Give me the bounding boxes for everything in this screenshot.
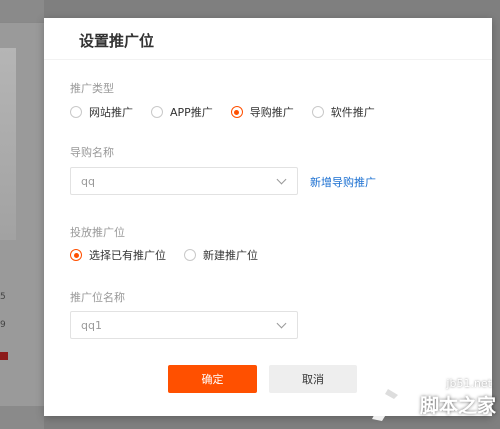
radio-guide-promo[interactable]: 导购推广 <box>230 104 294 120</box>
radio-select-existing-slot[interactable]: 选择已有推广位 <box>70 247 166 263</box>
radio-circle-checked[interactable] <box>230 106 243 118</box>
radio-circle[interactable] <box>151 106 163 118</box>
watermark-logo-icon <box>372 389 398 421</box>
guide-name-label: 导购名称 <box>70 146 114 159</box>
guide-name-value: qq <box>81 175 95 188</box>
dialog-header: 设置推广位 <box>44 18 492 60</box>
promo-type-label: 推广类型 <box>70 82 114 95</box>
radio-label: APP推广 <box>170 106 213 119</box>
radio-website-promo[interactable]: 网站推广 <box>70 104 133 120</box>
radio-create-new-slot[interactable]: 新建推广位 <box>184 247 258 263</box>
chevron-down-icon <box>276 174 287 185</box>
background-page: 5 9 <box>0 0 44 429</box>
radio-app-promo[interactable]: APP推广 <box>151 104 213 120</box>
radio-circle-checked[interactable] <box>70 249 82 261</box>
radio-label: 网站推广 <box>89 106 133 119</box>
slot-name-value: qq1 <box>81 319 102 332</box>
slot-name-select[interactable]: qq1 <box>70 311 298 339</box>
radio-software-promo[interactable]: 软件推广 <box>311 104 375 120</box>
radio-label: 软件推广 <box>330 106 375 119</box>
background-text-1: 5 <box>0 292 6 302</box>
placement-label: 投放推广位 <box>70 226 125 239</box>
cancel-button[interactable]: 取消 <box>269 365 357 393</box>
add-guide-promo-link[interactable]: 新增导购推广 <box>310 174 376 190</box>
background-text-2: 9 <box>0 320 6 330</box>
radio-label: 导购推广 <box>249 106 294 119</box>
watermark-brand: 脚本之家 <box>419 395 496 417</box>
confirm-button[interactable]: 确定 <box>168 365 257 393</box>
radio-circle[interactable] <box>184 249 196 261</box>
watermark-url: jb51.net <box>446 377 492 390</box>
chevron-down-icon <box>276 318 287 329</box>
guide-name-select[interactable]: qq <box>70 167 298 195</box>
site-watermark: jb51.net 脚本之家 <box>350 377 500 429</box>
placement-radio-group: 选择已有推广位 新建推广位 <box>70 247 276 263</box>
background-red-icon <box>0 352 8 360</box>
dialog-title: 设置推广位 <box>79 32 155 50</box>
radio-circle[interactable] <box>70 106 82 118</box>
background-product-image <box>0 48 16 240</box>
promo-slot-dialog: 设置推广位 推广类型 网站推广 APP推广 导购推广 软件推广 导购名称 qq … <box>44 18 492 416</box>
radio-label: 选择已有推广位 <box>89 249 166 262</box>
radio-label: 新建推广位 <box>203 249 258 262</box>
radio-circle[interactable] <box>311 106 324 118</box>
promo-type-radio-group: 网站推广 APP推广 导购推广 软件推广 <box>70 104 393 120</box>
slot-name-label: 推广位名称 <box>70 291 125 304</box>
